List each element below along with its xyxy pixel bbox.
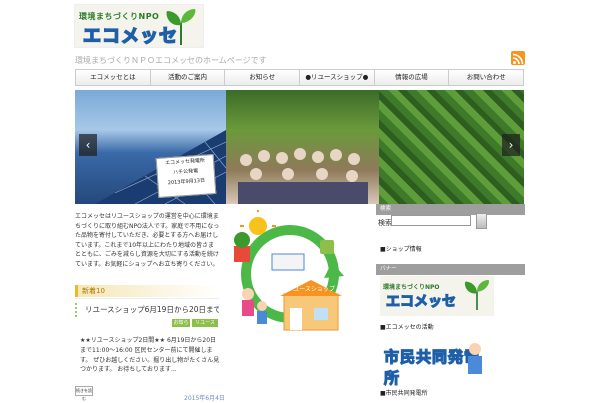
sidebar-logo-kicker: 環境まちづくりNPO <box>383 284 440 291</box>
power-plant-banner[interactable]: 市民共同発電所 <box>382 338 486 388</box>
search-input[interactable] <box>391 215 471 226</box>
search-section-heading: 検索 <box>376 204 525 215</box>
slide-solar-panels[interactable]: エコメッセ発電所 ハチ公発電 2013年9月13日 <box>75 90 226 204</box>
post-tag-news[interactable]: お知らせ <box>172 319 190 334</box>
sidebar-link-power-plant[interactable]: ■市民共同発電所 <box>380 388 428 397</box>
recycle-illustration: リユースショップ <box>228 208 352 336</box>
sidebar-link-shop[interactable]: ■ショップ情報 <box>380 244 422 253</box>
news-divider <box>75 298 219 299</box>
nav-item-info[interactable]: 情報の広場 <box>375 70 450 85</box>
post-date: 2015年6月4日 <box>184 395 225 402</box>
intro-text: エコメッセはリユースショップの運営を中心に環境まちづくりに取り組むNPO法人です… <box>75 213 220 268</box>
shop-label: リユースショップ <box>287 286 335 293</box>
slide-sign: エコメッセ発電所 ハチ公発電 2013年9月13日 <box>155 154 217 198</box>
nav-item-news[interactable]: お知らせ <box>225 70 301 85</box>
sidebar-sprout-icon <box>464 280 489 310</box>
search-button[interactable] <box>476 213 487 229</box>
sidebar-logo-brand: エコメッセ <box>385 293 456 310</box>
nav-item-about[interactable]: エコメッセとは <box>76 70 151 85</box>
sidebar-link-activities[interactable]: ■エコメッセの活動 <box>380 322 434 331</box>
image-slider: エコメッセ発電所 ハチ公発電 2013年9月13日 <box>75 90 524 204</box>
person-icon <box>468 343 482 374</box>
news-heading: 新着10 <box>75 285 219 297</box>
read-more-button[interactable]: 続きを読む <box>75 386 93 401</box>
slide-group-photo[interactable] <box>226 90 379 204</box>
main-nav: エコメッセとは 活動のご案内 お知らせ ●リユースショップ● 情報の広場 お問い… <box>75 69 524 86</box>
post-excerpt: ★★リユースショップ2日間★★ 6月19日から20日まで11:00〜16:00 … <box>80 337 220 374</box>
post-title-link[interactable]: リユースショップ6月19日から20日まで <box>75 303 219 317</box>
sprout-icon <box>166 9 196 45</box>
nav-item-activities[interactable]: 活動のご案内 <box>151 70 226 85</box>
slider-prev-button[interactable]: ‹ <box>79 134 97 156</box>
sidebar-logo-banner[interactable]: 環境まちづくりNPO エコメッセ <box>380 276 494 316</box>
nav-item-reuse-shop[interactable]: ●リユースショップ● <box>300 70 375 85</box>
logo-kicker: 環境まちづくりNPO <box>79 12 160 21</box>
group-people-icon <box>238 148 368 204</box>
rss-icon[interactable] <box>511 51 525 65</box>
post-tag-reuse[interactable]: リユース <box>192 319 218 327</box>
slider-next-button[interactable]: › <box>502 134 520 156</box>
site-logo[interactable]: 環境まちづくりNPO エコメッセ <box>74 4 204 48</box>
nav-item-contact[interactable]: お問い合わせ <box>449 70 523 85</box>
site-tagline: 環境まちづくりＮＰＯエコメッセのホームページです <box>75 56 267 65</box>
banner-section-heading: バナー <box>376 264 525 275</box>
